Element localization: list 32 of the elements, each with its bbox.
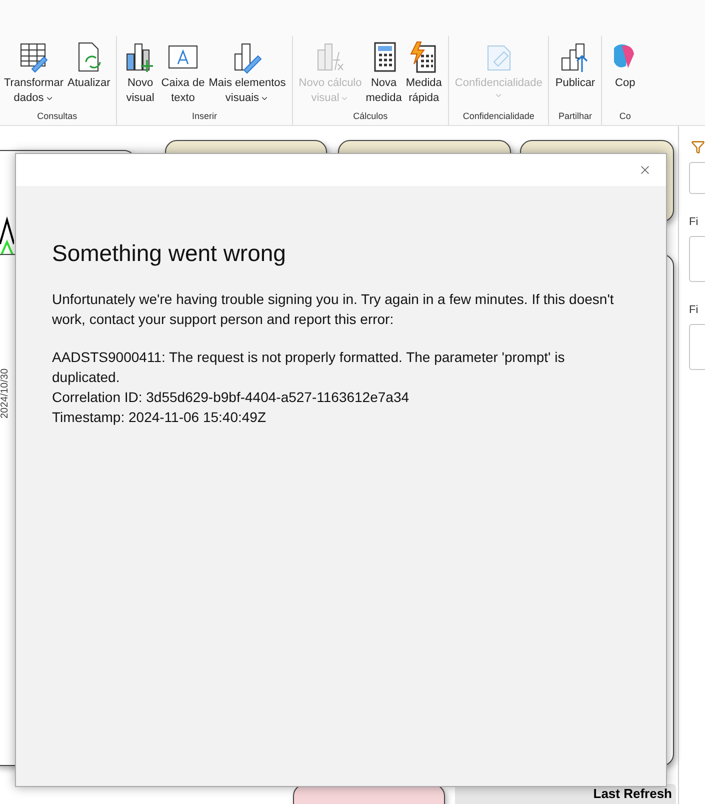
- error-detail: Timestamp: 2024-11-06 15:40:49Z: [52, 408, 268, 427]
- ribbon-button[interactable]: Novo visual: [122, 36, 158, 106]
- chevron-icon: [44, 94, 54, 103]
- group-label: Cálculos: [352, 110, 389, 123]
- filter-label: Fi: [689, 216, 700, 228]
- filter-label: Fi: [689, 304, 700, 316]
- filter-field[interactable]: [689, 162, 705, 194]
- group-label: Inserir: [191, 110, 218, 123]
- ribbon-button[interactable]: Medida rápida: [404, 36, 443, 106]
- ribbon-button[interactable]: Caixa de texto: [160, 36, 206, 106]
- group-label: Consultas: [36, 110, 78, 123]
- filter-field[interactable]: [689, 324, 705, 370]
- ribbon-button[interactable]: Publicar: [554, 36, 596, 91]
- axis-label: 2024/10/30: [0, 368, 11, 419]
- error-detail: AADSTS9000411: The request is not properly formatted. The parameter 'prompt' is duplicated.: [52, 348, 566, 387]
- group-label: Co: [618, 110, 632, 123]
- group-label: Confidencialidade: [462, 110, 536, 123]
- dialog-message: Unfortunately we're having trouble signing you in. Try again in a few minutes. If this doesn't work, contact your support person and report this error:: [52, 290, 615, 329]
- ribbon-button[interactable]: Cop: [607, 36, 644, 91]
- ribbon-button[interactable]: Atualizar: [66, 36, 112, 91]
- close-icon: [638, 163, 652, 177]
- ribbon-button[interactable]: Mais elementos visuais: [208, 36, 287, 106]
- filter-field[interactable]: [689, 236, 705, 282]
- chevron-icon: [340, 94, 350, 103]
- error-detail: Correlation ID: 3d55d629-b9bf-4404-a527-1163612e7a34: [52, 388, 410, 407]
- group-label: Partilhar: [557, 110, 593, 123]
- chevron-icon: [260, 94, 270, 103]
- filter-icon: [691, 140, 705, 154]
- ribbon-button[interactable]: Nova medida: [364, 36, 403, 106]
- dialog-title: Something went wrong: [52, 240, 287, 267]
- chevron-icon: [494, 91, 504, 100]
- ribbon-button[interactable]: Transformar dados: [3, 36, 64, 106]
